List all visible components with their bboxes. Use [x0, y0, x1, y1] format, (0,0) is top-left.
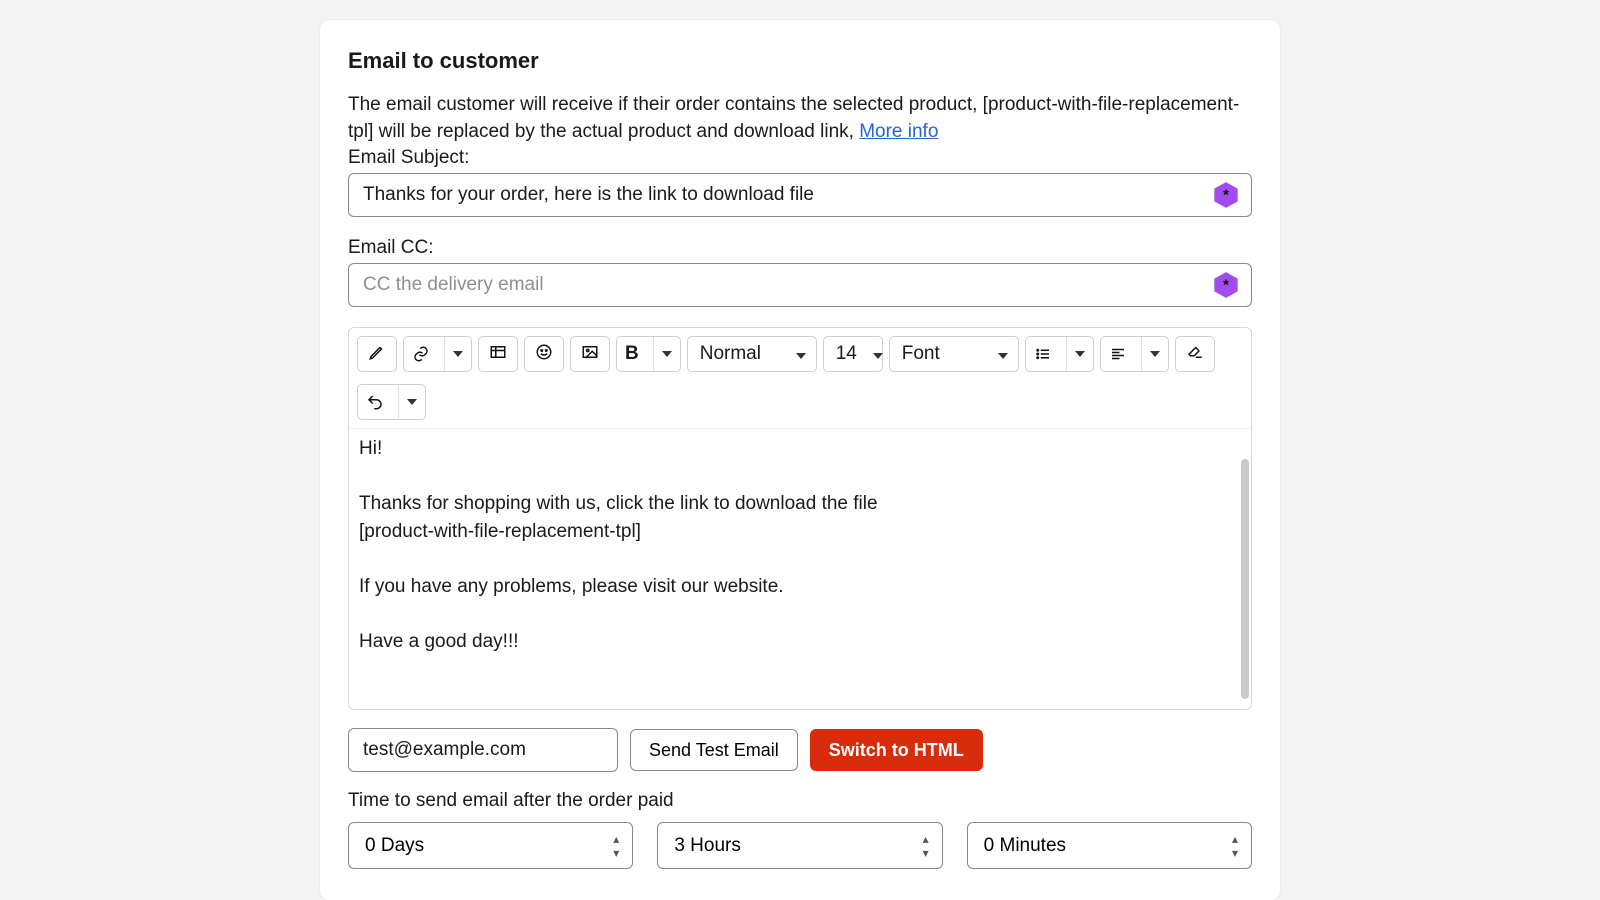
- image-button[interactable]: [570, 336, 610, 372]
- font-size-value: 14: [836, 343, 857, 365]
- subject-field-wrap: *: [348, 173, 1252, 217]
- body-line: Thanks for shopping with us, click the l…: [359, 490, 1229, 518]
- edit-button[interactable]: [357, 336, 397, 372]
- days-select-wrap: 0 Days ▴▾: [348, 822, 633, 869]
- align-button[interactable]: [1100, 336, 1169, 372]
- test-email-row: Send Test Email Switch to HTML: [348, 728, 1252, 772]
- editor-toolbar: B Normal 14 Font: [349, 328, 1251, 429]
- minutes-select-wrap: 0 Minutes ▴▾: [967, 822, 1252, 869]
- body-line: [product-with-file-replacement-tpl]: [359, 518, 1229, 546]
- bold-button[interactable]: B: [616, 336, 681, 372]
- chevron-down-icon: [873, 343, 883, 365]
- minutes-select[interactable]: 0 Minutes: [967, 822, 1252, 869]
- list-icon: [1026, 337, 1060, 371]
- cc-field-wrap: *: [348, 263, 1252, 307]
- undo-icon: [358, 385, 392, 419]
- font-family-value: Font: [902, 343, 940, 365]
- hours-select-wrap: 3 Hours ▴▾: [657, 822, 942, 869]
- subject-input[interactable]: [348, 173, 1252, 217]
- font-size-select[interactable]: 14: [823, 336, 883, 372]
- format-style-select[interactable]: Normal: [687, 336, 817, 372]
- schedule-selects: 0 Days ▴▾ 3 Hours ▴▾ 0 Minutes ▴▾: [348, 822, 1252, 869]
- scrollbar-thumb[interactable]: [1241, 459, 1249, 699]
- font-family-select[interactable]: Font: [889, 336, 1019, 372]
- chevron-down-icon: [1066, 337, 1093, 371]
- card-title: Email to customer: [348, 48, 1252, 74]
- days-select[interactable]: 0 Days: [348, 822, 633, 869]
- more-info-link[interactable]: More info: [859, 121, 938, 142]
- editor-body: Hi! Thanks for shopping with us, click t…: [349, 429, 1251, 709]
- list-button[interactable]: [1025, 336, 1094, 372]
- schedule-label: Time to send email after the order paid: [348, 790, 1252, 812]
- cc-input[interactable]: [348, 263, 1252, 307]
- test-email-input[interactable]: [348, 728, 618, 772]
- body-line: If you have any problems, please visit o…: [359, 573, 1229, 601]
- link-icon: [404, 337, 438, 371]
- description-text: The email customer will receive if their…: [348, 94, 1239, 142]
- pencil-icon: [368, 343, 386, 366]
- rich-text-editor: B Normal 14 Font: [348, 327, 1252, 710]
- subject-label: Email Subject:: [348, 147, 1252, 169]
- chevron-down-icon: [444, 337, 471, 371]
- hours-select[interactable]: 3 Hours: [657, 822, 942, 869]
- chevron-down-icon: [796, 343, 806, 365]
- eraser-icon: [1186, 343, 1204, 366]
- email-settings-card: Email to customer The email customer wil…: [320, 20, 1280, 900]
- format-style-value: Normal: [700, 343, 761, 365]
- link-button[interactable]: [403, 336, 472, 372]
- table-icon: [489, 343, 507, 366]
- send-test-email-button[interactable]: Send Test Email: [630, 729, 798, 771]
- switch-to-html-button[interactable]: Switch to HTML: [810, 729, 983, 771]
- chevron-down-icon: [998, 343, 1008, 365]
- align-left-icon: [1101, 337, 1135, 371]
- undo-button[interactable]: [357, 384, 426, 420]
- editor-content[interactable]: Hi! Thanks for shopping with us, click t…: [349, 429, 1239, 709]
- chevron-down-icon: [653, 337, 680, 371]
- body-line: Hi!: [359, 435, 1229, 463]
- body-line: Have a good day!!!: [359, 628, 1229, 656]
- table-button[interactable]: [478, 336, 518, 372]
- card-description: The email customer will receive if their…: [348, 92, 1252, 145]
- chevron-down-icon: [398, 385, 425, 419]
- image-icon: [581, 343, 599, 366]
- clear-format-button[interactable]: [1175, 336, 1215, 372]
- editor-scrollbar[interactable]: [1239, 429, 1251, 709]
- cc-label: Email CC:: [348, 237, 1252, 259]
- smile-icon: [535, 343, 553, 366]
- bold-icon: B: [617, 337, 647, 371]
- chevron-down-icon: [1141, 337, 1168, 371]
- emoji-button[interactable]: [524, 336, 564, 372]
